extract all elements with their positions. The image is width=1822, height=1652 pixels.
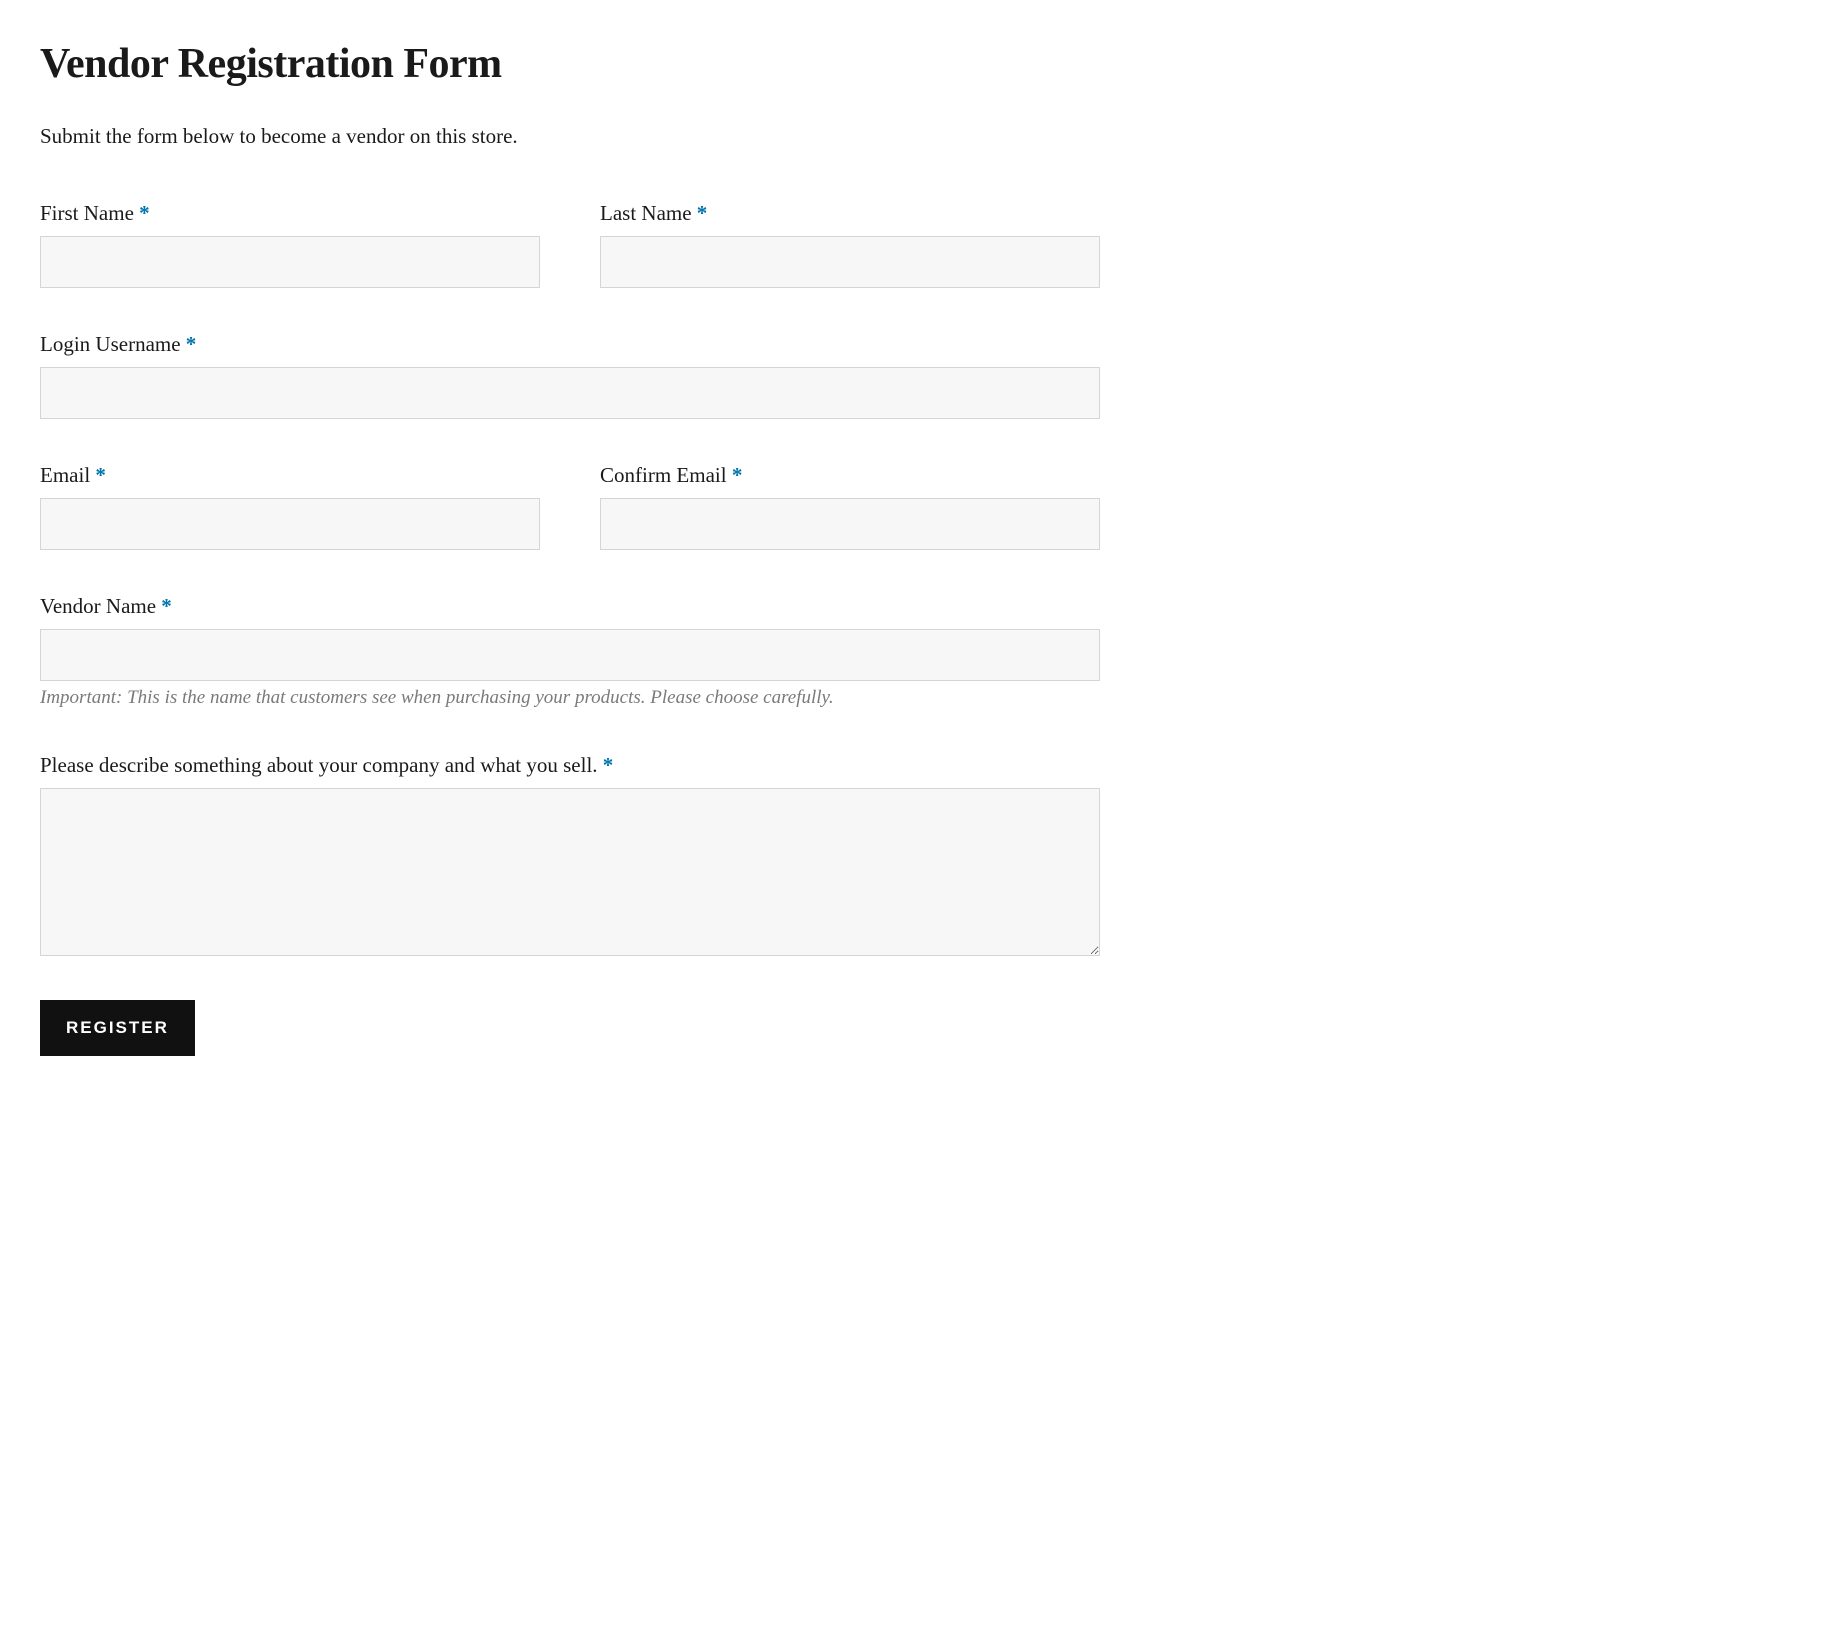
email-input[interactable] <box>40 498 540 550</box>
group-description: Please describe something about your com… <box>40 753 1100 956</box>
label-description-text: Please describe something about your com… <box>40 753 603 777</box>
label-last-name-text: Last Name <box>600 201 697 225</box>
group-first-name: First Name * <box>40 201 540 288</box>
last-name-input[interactable] <box>600 236 1100 288</box>
label-confirm-email: Confirm Email * <box>600 463 1100 488</box>
group-login-username: Login Username * <box>40 332 1100 419</box>
group-email: Email * <box>40 463 540 550</box>
intro-text: Submit the form below to become a vendor… <box>40 124 1100 149</box>
row-description: Please describe something about your com… <box>40 753 1100 956</box>
label-last-name: Last Name * <box>600 201 1100 226</box>
label-login-username: Login Username * <box>40 332 1100 357</box>
label-email: Email * <box>40 463 540 488</box>
confirm-email-input[interactable] <box>600 498 1100 550</box>
row-vendor-name: Vendor Name * Important: This is the nam… <box>40 594 1100 709</box>
required-mark: * <box>161 594 172 618</box>
description-textarea[interactable] <box>40 788 1100 956</box>
label-first-name: First Name * <box>40 201 540 226</box>
label-description: Please describe something about your com… <box>40 753 1100 778</box>
label-email-text: Email <box>40 463 95 487</box>
group-last-name: Last Name * <box>600 201 1100 288</box>
group-vendor-name: Vendor Name * Important: This is the nam… <box>40 594 1100 709</box>
required-mark: * <box>697 201 708 225</box>
submit-row: REGISTER <box>40 1000 1100 1056</box>
login-username-input[interactable] <box>40 367 1100 419</box>
label-first-name-text: First Name <box>40 201 139 225</box>
required-mark: * <box>186 332 197 356</box>
required-mark: * <box>732 463 743 487</box>
register-button[interactable]: REGISTER <box>40 1000 195 1056</box>
label-vendor-name-text: Vendor Name <box>40 594 161 618</box>
required-mark: * <box>139 201 150 225</box>
required-mark: * <box>603 753 614 777</box>
vendor-name-input[interactable] <box>40 629 1100 681</box>
row-username: Login Username * <box>40 332 1100 419</box>
row-email: Email * Confirm Email * <box>40 463 1100 550</box>
label-vendor-name: Vendor Name * <box>40 594 1100 619</box>
page-title: Vendor Registration Form <box>40 40 1100 88</box>
required-mark: * <box>95 463 106 487</box>
row-name: First Name * Last Name * <box>40 201 1100 288</box>
label-confirm-email-text: Confirm Email <box>600 463 732 487</box>
label-login-username-text: Login Username <box>40 332 186 356</box>
form-container: Vendor Registration Form Submit the form… <box>40 40 1100 1056</box>
first-name-input[interactable] <box>40 236 540 288</box>
vendor-name-helper: Important: This is the name that custome… <box>40 687 1100 709</box>
group-confirm-email: Confirm Email * <box>600 463 1100 550</box>
